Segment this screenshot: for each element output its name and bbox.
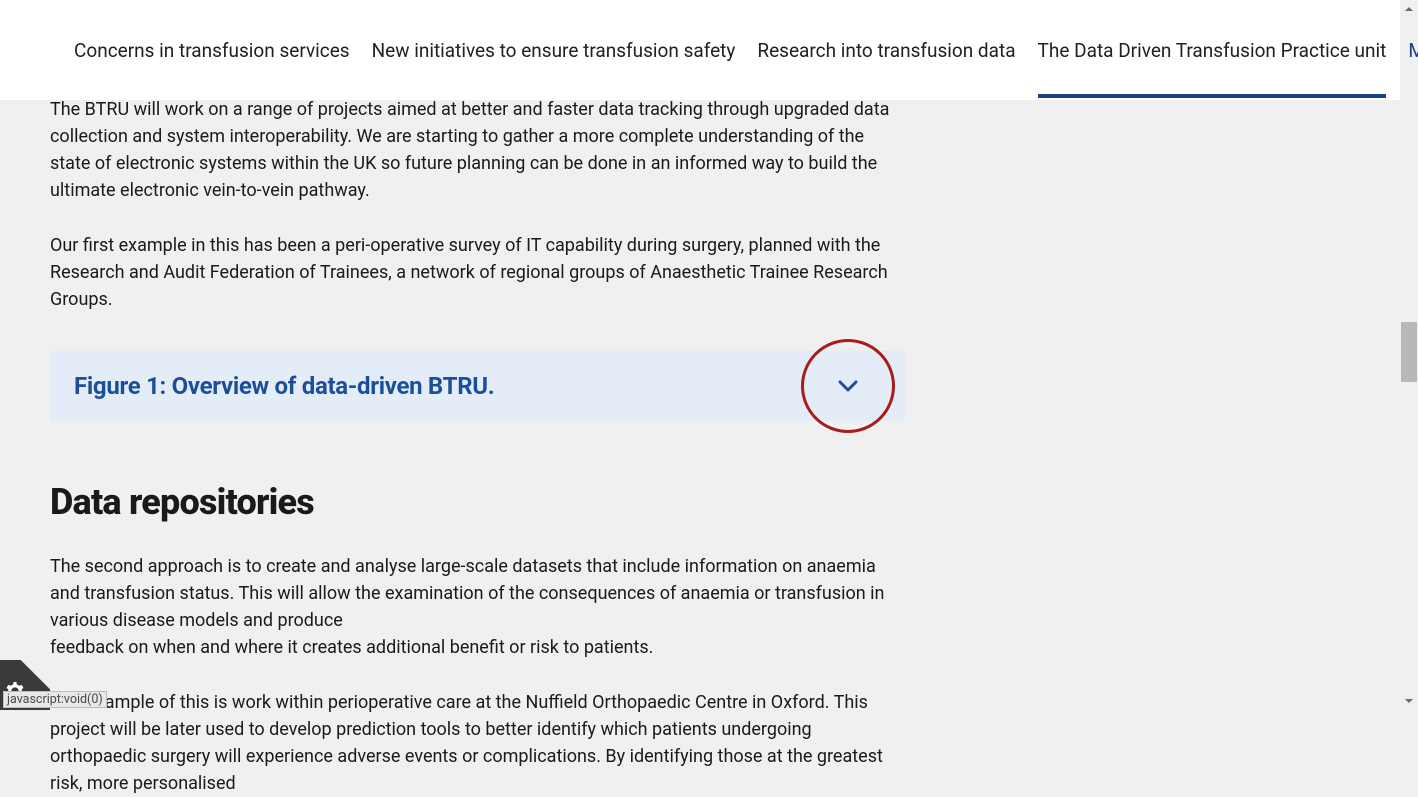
scroll-thumb[interactable] — [1401, 322, 1417, 382]
nav-item-concerns[interactable]: Concerns in transfusion services — [74, 3, 350, 98]
nav-item-research[interactable]: Research into transfusion data — [757, 3, 1015, 98]
paragraph: One example of this is work within perio… — [50, 689, 905, 797]
scroll-track[interactable] — [1400, 18, 1418, 692]
chevron-down-icon — [838, 380, 858, 392]
paragraph: The BTRU will work on a range of project… — [50, 96, 905, 204]
nav-item-new-initiatives[interactable]: New initiatives to ensure transfusion sa… — [372, 3, 736, 98]
paragraph: The second approach is to create and ana… — [50, 553, 905, 661]
accordion-title: Figure 1: Overview of data-driven BTRU. — [74, 372, 494, 400]
top-nav: Concerns in transfusion services New ini… — [0, 0, 1400, 100]
paragraph: Our first example in this has been a per… — [50, 232, 905, 313]
status-bar-link-preview: javascript:void(0) — [3, 691, 107, 708]
section-heading-data-repositories: Data repositories — [50, 481, 1400, 523]
chevron-down-icon — [1404, 696, 1414, 706]
figure-accordion[interactable]: Figure 1: Overview of data-driven BTRU. — [50, 351, 905, 421]
nav-item-data-driven-unit[interactable]: The Data Driven Transfusion Practice uni… — [1038, 3, 1387, 98]
scroll-down-button[interactable] — [1400, 692, 1418, 710]
highlight-circle — [801, 339, 895, 433]
nav-more-label: More… — [1408, 39, 1418, 62]
nav-more-button[interactable]: More… — [1408, 3, 1418, 98]
article-body: The BTRU will work on a range of project… — [0, 100, 1400, 710]
vertical-scrollbar[interactable] — [1400, 0, 1418, 710]
